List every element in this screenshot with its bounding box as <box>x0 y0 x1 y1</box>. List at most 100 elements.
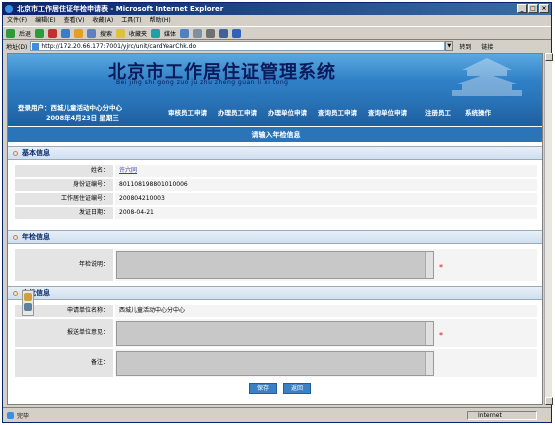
back-button[interactable]: 返回 <box>283 383 311 394</box>
address-dropdown-icon[interactable]: ▼ <box>445 41 454 51</box>
page-header: 请输入年检信息 <box>8 126 542 142</box>
annual-info-title: 年检信息 <box>8 230 542 244</box>
go-button[interactable]: 转到 <box>459 42 471 51</box>
opinion-label: 报送单位意见： <box>14 318 114 348</box>
menu-help[interactable]: 帮助(H) <box>150 15 171 26</box>
issue-date-row: 发证日期： 2008-04-21 <box>14 206 538 220</box>
nav-query-unit[interactable]: 查询单位申请 <box>368 107 407 117</box>
media-button[interactable]: 媒体 <box>164 29 176 38</box>
user-info: 登录用户：西城儿童活动中心分中心 2008年4月23日 星期三 <box>18 103 122 123</box>
search-icon[interactable] <box>87 28 97 38</box>
textarea-scrollbar[interactable] <box>425 252 433 278</box>
name-link[interactable]: 许六同 <box>119 167 137 174</box>
favorites-button[interactable]: 收藏夹 <box>129 29 147 38</box>
back-arrow-icon[interactable] <box>6 28 15 38</box>
annual-note-label: 年检说明： <box>14 248 114 282</box>
home-icon[interactable] <box>74 28 84 38</box>
mail-icon[interactable] <box>193 28 203 38</box>
address-bar: 地址(D) http://172.20.66.177:7001/yjrc/uni… <box>3 40 551 52</box>
maximize-button[interactable]: □ <box>528 4 538 13</box>
edit-icon[interactable] <box>219 28 229 38</box>
page-scrollbar[interactable] <box>544 53 553 405</box>
menu-tools[interactable]: 工具(T) <box>121 15 141 26</box>
textarea-scrollbar[interactable] <box>425 322 433 345</box>
toolbar: 后退 搜索 收藏夹 媒体 <box>3 26 551 40</box>
history-icon[interactable] <box>180 28 190 38</box>
nav-bar: 登录用户：西城儿童活动中心分中心 2008年4月23日 星期三 审核员工申请 办… <box>8 100 542 126</box>
temple-of-heaven-icon <box>452 58 522 96</box>
zone-label: Internet <box>478 412 502 419</box>
back-button[interactable]: 后退 <box>19 29 31 38</box>
remark-textarea[interactable] <box>116 351 434 376</box>
name-label: 姓名： <box>14 164 114 178</box>
address-label: 地址(D) <box>6 43 28 51</box>
annual-info-section: 年检信息 <box>8 230 542 244</box>
status-bar: 完毕 Internet <box>3 407 551 422</box>
media-icon[interactable] <box>151 28 161 38</box>
issue-date-value: 2008-04-21 <box>114 206 538 220</box>
login-user: 登录用户：西城儿童活动中心分中心 <box>18 104 122 112</box>
title-bar: 北京市工作居住证年检申请表 - Microsoft Internet Explo… <box>3 3 551 15</box>
card-label: 工作居住证编号： <box>14 192 114 206</box>
menu-file[interactable]: 文件(F) <box>7 15 27 26</box>
nav-system[interactable]: 系统操作 <box>465 107 491 117</box>
nav-handle-unit[interactable]: 办理单位申请 <box>268 107 307 117</box>
basic-info-title: 基本信息 <box>8 146 542 160</box>
messenger-icon[interactable] <box>232 28 242 38</box>
required-mark: * <box>439 263 443 272</box>
menu-bar: 文件(F) 编辑(E) 查看(V) 收藏(A) 工具(T) 帮助(H) <box>3 15 551 26</box>
menu-edit[interactable]: 编辑(E) <box>35 15 55 26</box>
opinion-row: 报送单位意见： * <box>14 318 538 348</box>
menu-view[interactable]: 查看(V) <box>64 15 85 26</box>
textarea-scrollbar[interactable] <box>425 352 433 375</box>
name-row: 姓名： 许六同 <box>14 164 538 178</box>
minimize-button[interactable]: _ <box>517 4 527 13</box>
unit-name-value: 西城儿童活动中心分中心 <box>114 304 538 318</box>
save-button[interactable]: 保存 <box>249 383 277 394</box>
print-icon[interactable] <box>206 28 216 38</box>
menu-favorites[interactable]: 收藏(A) <box>92 15 113 26</box>
section-bullet-icon <box>13 235 18 240</box>
nav-menu: 审核员工申请 办理员工申请 办理单位申请 查询员工申请 查询单位申请 注册员工 … <box>168 107 502 117</box>
search-button[interactable]: 搜索 <box>100 29 112 38</box>
page-viewport: 北京市工作居住证管理系统 Bei jing shi gong zuo ju zh… <box>7 53 543 405</box>
scroll-up-icon[interactable] <box>545 53 553 61</box>
browser-window: 北京市工作居住证年检申请表 - Microsoft Internet Explo… <box>2 2 553 423</box>
unit-name-row: 申请单位名称： 西城儿童活动中心分中心 <box>14 304 538 318</box>
section-bullet-icon <box>13 151 18 156</box>
site-banner: 北京市工作居住证管理系统 Bei jing shi gong zuo ju zh… <box>8 54 542 100</box>
id-label: 身份证编号： <box>14 178 114 192</box>
system-title-pinyin: Bei jing shi gong zuo ju zhu zheng guan … <box>116 79 289 86</box>
nav-handle-employee[interactable]: 办理员工申请 <box>218 107 257 117</box>
current-date: 2008年4月23日 星期三 <box>46 114 119 122</box>
card-row: 工作居住证编号： 200804210003 <box>14 192 538 206</box>
nav-review-employee[interactable]: 审核员工申请 <box>168 107 207 117</box>
basic-info-section: 基本信息 <box>8 146 542 160</box>
favorites-icon[interactable] <box>116 28 126 38</box>
section-bullet-icon <box>13 291 18 296</box>
remark-row: 备注： <box>14 348 538 378</box>
id-value: 801108198801010006 <box>114 178 538 192</box>
issue-date-label: 发证日期： <box>14 206 114 220</box>
annual-note-textarea[interactable] <box>116 251 434 279</box>
address-input[interactable]: http://172.20.66.177:7001/yjrc/unit/card… <box>30 41 446 51</box>
stop-icon[interactable] <box>48 28 58 38</box>
opinion-textarea[interactable] <box>116 321 434 346</box>
nav-register-employee[interactable]: 注册员工 <box>425 107 451 117</box>
settings-icon[interactable] <box>24 293 32 301</box>
page-done-icon <box>7 411 14 419</box>
ie-logo-icon <box>5 5 13 13</box>
forward-arrow-icon[interactable] <box>35 28 45 38</box>
scroll-down-icon[interactable] <box>545 397 553 405</box>
close-button[interactable]: × <box>539 4 549 13</box>
tool-icon[interactable] <box>24 303 32 311</box>
floating-toolbox <box>22 290 34 316</box>
card-value: 200804210003 <box>114 192 538 206</box>
required-mark: * <box>439 331 443 340</box>
nav-query-employee[interactable]: 查询员工申请 <box>318 107 357 117</box>
annual-note-row: 年检说明： * <box>14 248 538 282</box>
refresh-icon[interactable] <box>61 28 71 38</box>
remark-label: 备注： <box>14 348 114 378</box>
id-row: 身份证编号： 801108198801010006 <box>14 178 538 192</box>
links-button[interactable]: 链接 <box>481 42 493 51</box>
